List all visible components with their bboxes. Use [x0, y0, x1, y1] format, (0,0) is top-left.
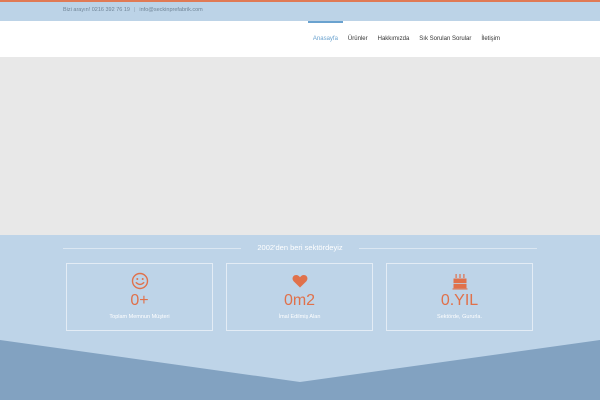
- hero-slider-area: [0, 57, 600, 235]
- stat-value-customers: 0+: [130, 292, 149, 309]
- nav-item-iletisim[interactable]: İletişim: [476, 21, 505, 57]
- divider-right: [359, 248, 537, 249]
- stat-label-customers: Toplam Memnun Müşteri: [109, 314, 170, 320]
- nav-item-urunler[interactable]: Ürünler: [343, 21, 373, 57]
- stat-label-years: Sektörde, Gururla.: [437, 314, 482, 320]
- nav-item-hakkimizda[interactable]: Hakkımızda: [373, 21, 415, 57]
- site-header: Anasayfa Ürünler Hakkımızda Sık Sorulan …: [0, 21, 600, 57]
- nav-item-sss[interactable]: Sık Sorulan Sorular: [414, 21, 476, 57]
- email-link[interactable]: info@seckinprefabrik.com: [139, 7, 202, 13]
- stats-section: 2002'den beri sektördeyiz 0+ Toplam Memn…: [0, 235, 600, 400]
- stat-box-area: 0m2 İmal Edilmiş Alan: [226, 263, 373, 331]
- top-bar: Bizi arayın! 0216 392 76 19 | info@seckinp…: [0, 2, 600, 21]
- stat-value-area: 0m2: [283, 292, 316, 309]
- stats-heading: 2002'den beri sektördeyiz: [63, 242, 537, 254]
- phone-text: Bizi arayın! 0216 392 76 19: [63, 7, 130, 13]
- stat-box-customers: 0+ Toplam Memnun Müşteri: [66, 263, 213, 331]
- contact-separator: |: [133, 7, 136, 13]
- smile-icon: [67, 272, 212, 290]
- heart-icon: [227, 272, 372, 290]
- birthday-cake-icon: [387, 272, 532, 290]
- contact-info: Bizi arayın! 0216 392 76 19 | info@seckinp…: [63, 7, 203, 13]
- stat-value-years: 0.YIL: [440, 292, 479, 309]
- stat-label-area: İmal Edilmiş Alan: [278, 314, 321, 320]
- stat-box-years: 0.YIL Sektörde, Gururla.: [386, 263, 533, 331]
- main-nav: Anasayfa Ürünler Hakkımızda Sık Sorulan …: [307, 21, 505, 57]
- nav-item-anasayfa[interactable]: Anasayfa: [307, 21, 343, 57]
